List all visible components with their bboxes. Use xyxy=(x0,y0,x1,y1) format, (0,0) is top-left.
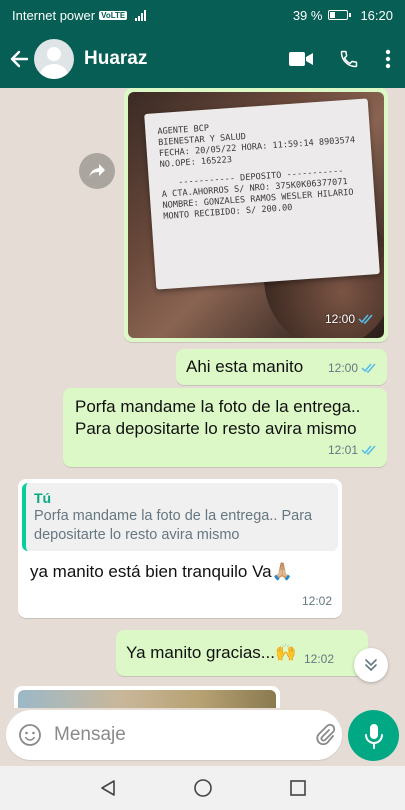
message-meta: 12:00 xyxy=(325,308,374,330)
message-time: 12:00 xyxy=(324,312,355,326)
message-bubble-out[interactable]: Porfa mandame la foto de la entrega.. Pa… xyxy=(63,388,387,467)
contact-name[interactable]: Huaraz xyxy=(84,48,147,70)
signal-icon xyxy=(135,9,147,21)
read-ticks-icon xyxy=(361,363,376,373)
read-ticks-icon xyxy=(358,314,373,324)
microphone-icon xyxy=(364,723,383,749)
message-text: Ahi esta manito xyxy=(186,357,304,376)
receipt-slip: AGENTE BCP BIENESTAR Y SALUD FECHA: 20/0… xyxy=(144,98,380,290)
status-bar: Internet power VoLTE 39 % 16:20 xyxy=(0,0,405,30)
message-bubble-in[interactable]: Tú Porfa mandame la foto de la entrega..… xyxy=(18,479,342,618)
volte-badge: VoLTE xyxy=(99,10,128,20)
clock: 16:20 xyxy=(360,7,393,23)
message-meta: 12:00 xyxy=(328,357,377,379)
message-text: Porfa mandame la foto de la entrega.. Pa… xyxy=(75,397,361,438)
quoted-message[interactable]: Tú Porfa mandame la foto de la entrega..… xyxy=(22,483,338,551)
message-bubble-out[interactable]: Ahi esta manito 12:00 xyxy=(176,349,387,385)
system-nav-bar xyxy=(0,766,405,810)
message-time: 12:00 xyxy=(327,361,358,375)
partial-image-message[interactable] xyxy=(14,686,280,708)
status-left: Internet power VoLTE xyxy=(12,7,147,23)
battery-icon xyxy=(328,10,352,20)
message-meta: 12:02 xyxy=(302,590,332,612)
double-chevron-down-icon xyxy=(365,659,377,672)
nav-home-icon[interactable] xyxy=(183,768,223,808)
chat-header: Huaraz xyxy=(0,30,405,88)
scroll-to-bottom-button[interactable] xyxy=(354,648,388,682)
microphone-button[interactable] xyxy=(348,710,399,761)
video-call-icon[interactable] xyxy=(289,51,313,67)
avatar[interactable] xyxy=(34,39,74,79)
nav-recents-icon[interactable] xyxy=(278,768,318,808)
battery-percent: 39 % xyxy=(292,7,323,23)
message-time: 12:01 xyxy=(327,443,358,457)
message-input[interactable] xyxy=(54,724,299,746)
quote-author: Tú xyxy=(34,490,52,506)
read-ticks-icon xyxy=(361,445,376,455)
quote-text: Porfa mandame la foto de la entrega.. Pa… xyxy=(34,508,313,543)
message-bubble-out[interactable]: Ya manito gracias...🙌 12:02 xyxy=(116,630,368,676)
message-time: 12:02 xyxy=(301,594,332,608)
back-arrow-icon[interactable] xyxy=(8,48,30,70)
forward-icon[interactable] xyxy=(79,153,115,189)
image-message[interactable]: AGENTE BCP BIENESTAR Y SALUD FECHA: 20/0… xyxy=(124,88,388,342)
receipt-photo[interactable]: AGENTE BCP BIENESTAR Y SALUD FECHA: 20/0… xyxy=(128,92,384,338)
message-text: ya manito está bien tranquilo Va🙏🏼 xyxy=(30,562,293,581)
status-right: 39 % 16:20 xyxy=(293,8,393,23)
chat-area[interactable]: AGENTE BCP BIENESTAR Y SALUD FECHA: 20/0… xyxy=(0,88,405,708)
partial-image xyxy=(18,690,276,708)
message-time: 12:02 xyxy=(303,652,334,666)
header-actions xyxy=(289,49,397,69)
more-options-icon[interactable] xyxy=(385,49,391,69)
attach-icon[interactable] xyxy=(313,723,337,747)
message-meta: 12:02 xyxy=(304,648,334,670)
emoji-icon[interactable] xyxy=(18,723,42,747)
phone-icon[interactable] xyxy=(339,49,359,69)
carrier-name: Internet power xyxy=(12,7,96,23)
message-composer xyxy=(6,710,372,760)
nav-back-icon[interactable] xyxy=(88,768,128,808)
message-meta: 12:01 xyxy=(328,439,377,461)
message-text: Ya manito gracias...🙌 xyxy=(126,643,297,662)
